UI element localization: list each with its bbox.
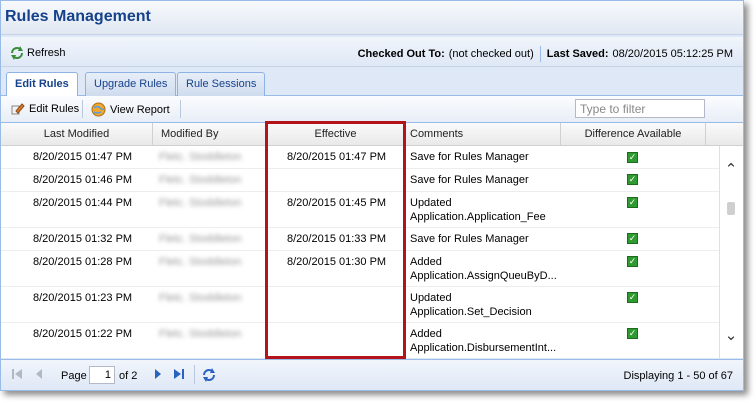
- comment-line-1: Save for Rules Manager: [410, 174, 529, 186]
- edit-rules-label: Edit Rules: [29, 103, 80, 115]
- scroll-down-icon[interactable]: ⌄: [723, 326, 739, 344]
- scroll-thumb[interactable]: [727, 202, 735, 215]
- comment-line-2: Application.Application_Fee: [410, 211, 546, 223]
- toolbar: Edit Rules View Report: [1, 96, 743, 123]
- checked-out-value: (not checked out): [448, 48, 534, 60]
- column-header-effective[interactable]: Effective: [266, 123, 406, 146]
- last-modified-cell: 8/20/2015 01:44 PM: [33, 197, 133, 209]
- last-saved-label: Last Saved:: [546, 48, 609, 60]
- view-report-button[interactable]: View Report: [91, 102, 170, 117]
- modified-by-cell: Fletc. Stoddleton: [159, 233, 242, 245]
- page-count: of 2: [119, 370, 138, 382]
- next-page-icon[interactable]: [153, 367, 163, 384]
- toolbar-divider: [82, 100, 83, 118]
- modified-by-cell: Fletc. Stoddleton: [159, 292, 242, 304]
- last-modified-cell: 8/20/2015 01:22 PM: [33, 328, 133, 340]
- comment-line-1: Added: [410, 256, 442, 268]
- modified-by-cell: Fletc. Stoddleton: [159, 256, 242, 268]
- column-header-comments[interactable]: Comments: [406, 123, 561, 146]
- last-modified-cell: 8/20/2015 01:23 PM: [33, 292, 133, 304]
- difference-check-icon[interactable]: ✓: [627, 233, 638, 244]
- table-row[interactable]: 8/20/2015 01:44 PM Fletc. Stoddleton 8/2…: [1, 192, 719, 228]
- table-row[interactable]: 8/20/2015 01:23 PM Fletc. Stoddleton Upd…: [1, 287, 719, 323]
- comment-line-2: Application.Set_Decision: [410, 306, 532, 318]
- report-globe-icon: [91, 102, 106, 117]
- comment-line-2: Application.DisbursementInt...: [410, 342, 557, 354]
- displaying-count: Displaying 1 - 50 of 67: [623, 370, 733, 382]
- last-page-icon[interactable]: [173, 367, 185, 384]
- difference-check-icon[interactable]: ✓: [627, 292, 638, 303]
- difference-check-icon[interactable]: ✓: [627, 256, 638, 267]
- window-title: Rules Management: [5, 8, 151, 25]
- last-modified-cell: 8/20/2015 01:47 PM: [33, 151, 133, 163]
- comment-line-1: Save for Rules Manager: [410, 233, 529, 245]
- toolbar-divider: [180, 100, 181, 118]
- refresh-button[interactable]: Refresh: [9, 45, 66, 61]
- last-modified-cell: 8/20/2015 01:32 PM: [33, 233, 133, 245]
- checkout-status: Checked Out To: (not checked out) Last S…: [358, 46, 733, 62]
- view-report-label: View Report: [110, 103, 170, 116]
- difference-check-icon[interactable]: ✓: [627, 174, 638, 185]
- edit-rules-button[interactable]: Edit Rules: [11, 102, 79, 116]
- refresh-label: Refresh: [27, 47, 66, 59]
- modified-by-cell: Fletc. Stoddleton: [159, 151, 242, 163]
- effective-cell: 8/20/2015 01:47 PM: [287, 151, 387, 163]
- modified-by-cell: Fletc. Stoddleton: [159, 174, 242, 186]
- refresh-icon: [11, 46, 23, 60]
- tab-edit-rules[interactable]: Edit Rules: [6, 72, 78, 97]
- comment-line-1: Updated: [410, 197, 452, 209]
- modified-by-cell: Fletc. Stoddleton: [159, 328, 242, 340]
- table-row[interactable]: 8/20/2015 01:47 PM Fletc. Stoddleton 8/2…: [1, 146, 719, 169]
- comment-line-2: Application.AssignQueuByD...: [410, 270, 557, 282]
- table-row[interactable]: 8/20/2015 01:22 PM Fletc. Stoddleton Add…: [1, 323, 719, 358]
- edit-rules-icon: [11, 103, 25, 115]
- rules-management-window: Rules Management Refresh Checked Out To:…: [0, 0, 744, 391]
- scroll-up-icon[interactable]: ⌃: [723, 160, 739, 178]
- grid-scrollbar[interactable]: ⌃ ⌄: [719, 146, 743, 358]
- first-page-icon[interactable]: [11, 367, 23, 384]
- difference-check-icon[interactable]: ✓: [627, 197, 638, 208]
- modified-by-cell: Fletc. Stoddleton: [159, 197, 242, 209]
- column-header-modified-by[interactable]: Modified By: [153, 123, 266, 146]
- comment-line-1: Added: [410, 328, 442, 340]
- effective-cell: 8/20/2015 01:33 PM: [287, 233, 387, 245]
- effective-cell: 8/20/2015 01:30 PM: [287, 256, 387, 268]
- comment-line-1: Updated: [410, 292, 452, 304]
- page-number-input[interactable]: [89, 366, 115, 384]
- paging-toolbar: Page of 2 Displaying 1 - 50 of 67: [1, 359, 743, 390]
- reload-icon[interactable]: [201, 367, 217, 386]
- title-bar: Rules Management: [1, 1, 743, 35]
- tab-rule-sessions[interactable]: Rule Sessions: [177, 72, 266, 96]
- page-label: Page: [61, 370, 87, 382]
- tab-strip: Edit Rules Upgrade Rules Rule Sessions: [1, 67, 743, 97]
- effective-cell: 8/20/2015 01:45 PM: [287, 197, 387, 209]
- previous-page-icon[interactable]: [34, 367, 44, 384]
- grid-header: Last Modified Modified By Effective Comm…: [1, 123, 743, 146]
- table-row[interactable]: 8/20/2015 01:46 PM Fletc. Stoddleton Sav…: [1, 169, 719, 192]
- info-bar: Refresh Checked Out To: (not checked out…: [1, 37, 743, 67]
- last-saved-value: 08/20/2015 05:12:25 PM: [612, 48, 733, 60]
- rules-grid: 8/20/2015 01:47 PM Fletc. Stoddleton 8/2…: [1, 146, 719, 358]
- table-row[interactable]: 8/20/2015 01:32 PM Fletc. Stoddleton 8/2…: [1, 228, 719, 251]
- filter-input[interactable]: [575, 99, 705, 118]
- column-header-last-modified[interactable]: Last Modified: [1, 123, 153, 146]
- column-header-difference-available[interactable]: Difference Available: [561, 123, 706, 146]
- info-divider: [539, 46, 541, 62]
- last-modified-cell: 8/20/2015 01:28 PM: [33, 256, 133, 268]
- checked-out-label: Checked Out To:: [357, 48, 445, 60]
- last-modified-cell: 8/20/2015 01:46 PM: [33, 174, 133, 186]
- tab-upgrade-rules[interactable]: Upgrade Rules: [85, 72, 177, 96]
- difference-check-icon[interactable]: ✓: [627, 328, 638, 339]
- difference-check-icon[interactable]: ✓: [627, 152, 638, 163]
- table-row[interactable]: 8/20/2015 01:28 PM Fletc. Stoddleton 8/2…: [1, 251, 719, 287]
- pager-divider: [194, 365, 195, 384]
- comment-line-1: Save for Rules Manager: [410, 151, 529, 163]
